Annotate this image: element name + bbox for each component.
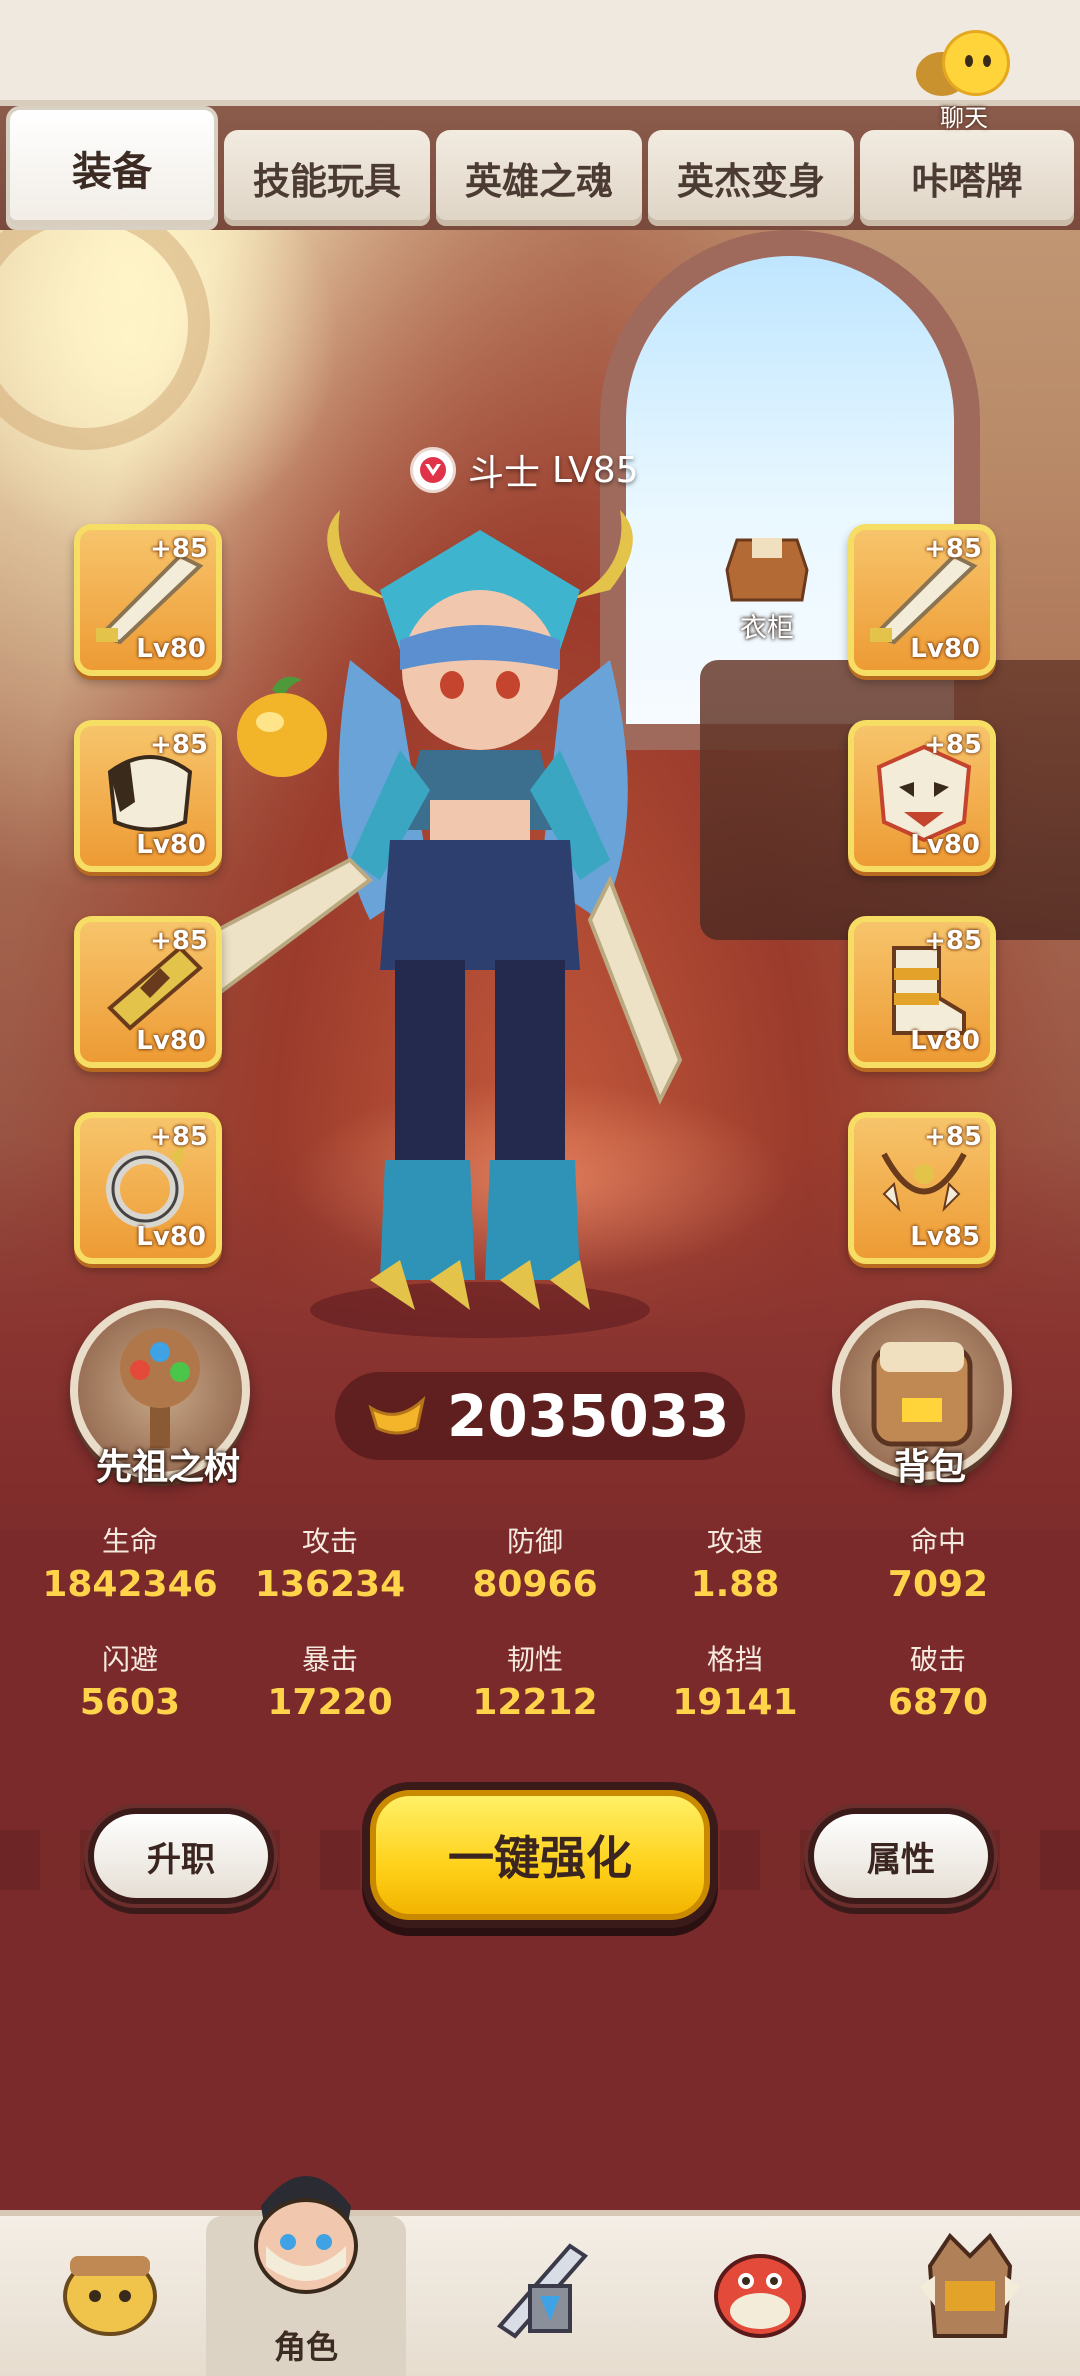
wardrobe-button[interactable]: 衣柜 bbox=[712, 530, 822, 645]
gold-ingot-icon bbox=[368, 1395, 426, 1435]
nav-character-label: 角色 bbox=[273, 2328, 338, 2366]
stat-block: 格挡 19141 bbox=[672, 1643, 798, 1723]
character-icon bbox=[254, 2176, 358, 2294]
tab-cards[interactable]: 咔嗒牌 bbox=[860, 130, 1074, 226]
pet-icon bbox=[63, 2256, 157, 2336]
equip-slot-left-1[interactable]: +85 Lv80 bbox=[74, 524, 222, 676]
tab-skill-toys[interactable]: 技能玩具 bbox=[224, 130, 430, 226]
item-level: Lv80 bbox=[136, 1222, 206, 1252]
promote-button[interactable]: 升职 bbox=[88, 1808, 274, 1904]
stat-crit: 暴击 17220 bbox=[267, 1643, 393, 1723]
stat-dodge: 闪避 5603 bbox=[79, 1643, 181, 1723]
chat-label: 聊天 bbox=[940, 104, 988, 132]
hero-class-title: 斗士 LV85 bbox=[410, 445, 639, 495]
wardrobe-label: 衣柜 bbox=[740, 613, 794, 644]
action-bar: 升职 一键强化 属性 bbox=[0, 1790, 1080, 1970]
enhance-level: +85 bbox=[150, 534, 208, 564]
smiley-icon bbox=[942, 30, 1010, 96]
gold-counter: 2035033 bbox=[335, 1372, 745, 1460]
ancestor-tree-label: 先祖之树 bbox=[95, 1447, 240, 1488]
enhance-level: +85 bbox=[150, 730, 208, 760]
equip-slot-left-2[interactable]: +85 Lv80 bbox=[74, 720, 222, 872]
item-level: Lv85 bbox=[910, 1222, 980, 1252]
nav-character[interactable]: 角色 bbox=[206, 2176, 406, 2376]
item-level: Lv80 bbox=[136, 830, 206, 860]
golden-fruit-icon[interactable] bbox=[232, 670, 332, 780]
battle-icon bbox=[496, 2243, 589, 2339]
hero-class-name: 斗士 bbox=[468, 453, 541, 494]
item-level: Lv80 bbox=[910, 634, 980, 664]
equip-slot-right-1[interactable]: +85 Lv80 bbox=[848, 524, 996, 676]
enhance-level: +85 bbox=[150, 1122, 208, 1152]
stats-panel: 生命 1842346 攻击 136234 防御 80966 攻速 1.88 命中 7092… bbox=[0, 1520, 1080, 1760]
tab-hero-soul[interactable]: 英雄之魂 bbox=[436, 130, 642, 226]
stat-accuracy: 命中 7092 bbox=[887, 1525, 989, 1605]
equip-slot-right-2[interactable]: +85 Lv80 bbox=[848, 720, 996, 872]
chat-button[interactable]: 聊天 bbox=[916, 30, 1012, 132]
totem-icon bbox=[920, 2232, 1020, 2338]
item-level: Lv80 bbox=[136, 634, 206, 664]
dino-icon bbox=[714, 2254, 806, 2338]
enhance-level: +85 bbox=[150, 926, 208, 956]
stat-defense: 防御 80966 bbox=[472, 1525, 598, 1605]
equip-slot-left-3[interactable]: +85 Lv80 bbox=[74, 916, 222, 1068]
item-level: Lv80 bbox=[910, 830, 980, 860]
equip-slot-left-4[interactable]: +85 Lv80 bbox=[74, 1112, 222, 1264]
stat-attack-speed: 攻速 1.88 bbox=[690, 1525, 780, 1605]
equip-slot-right-3[interactable]: +85 Lv80 bbox=[848, 916, 996, 1068]
item-level: Lv80 bbox=[136, 1026, 206, 1056]
stat-attack: 攻击 136234 bbox=[254, 1525, 406, 1605]
enhance-level: +85 bbox=[924, 730, 982, 760]
enhance-level: +85 bbox=[924, 534, 982, 564]
backpack-button[interactable]: 背包 bbox=[832, 1300, 1012, 1488]
enhance-level: +85 bbox=[924, 1122, 982, 1152]
nav-dino[interactable] bbox=[660, 2216, 860, 2376]
item-level: Lv80 bbox=[910, 1026, 980, 1056]
one-key-enhance-button[interactable]: 一键强化 bbox=[370, 1790, 710, 1920]
wardrobe-icon bbox=[725, 538, 809, 602]
nav-battle[interactable] bbox=[440, 2216, 640, 2376]
hero-character[interactable] bbox=[200, 500, 760, 1360]
hero-level: LV85 bbox=[552, 449, 639, 491]
attributes-button[interactable]: 属性 bbox=[808, 1808, 994, 1904]
bottom-nav: 角色 bbox=[0, 2176, 1080, 2376]
backpack-label: 背包 bbox=[893, 1447, 966, 1488]
nav-totem[interactable] bbox=[870, 2216, 1070, 2376]
ancestor-tree-button[interactable]: 先祖之树 bbox=[70, 1300, 250, 1488]
stat-pierce: 破击 6870 bbox=[887, 1643, 989, 1723]
tab-equipment[interactable]: 装备 bbox=[6, 106, 218, 230]
gold-value: 2035033 bbox=[447, 1382, 730, 1450]
stat-hp: 生命 1842346 bbox=[42, 1525, 218, 1605]
stat-toughness: 韧性 12212 bbox=[472, 1643, 598, 1723]
enhance-level: +85 bbox=[924, 926, 982, 956]
tab-transform[interactable]: 英杰变身 bbox=[648, 130, 854, 226]
nav-pet[interactable] bbox=[10, 2216, 210, 2376]
class-emblem-icon bbox=[410, 447, 456, 493]
equip-slot-right-4[interactable]: +85 Lv85 bbox=[848, 1112, 996, 1264]
